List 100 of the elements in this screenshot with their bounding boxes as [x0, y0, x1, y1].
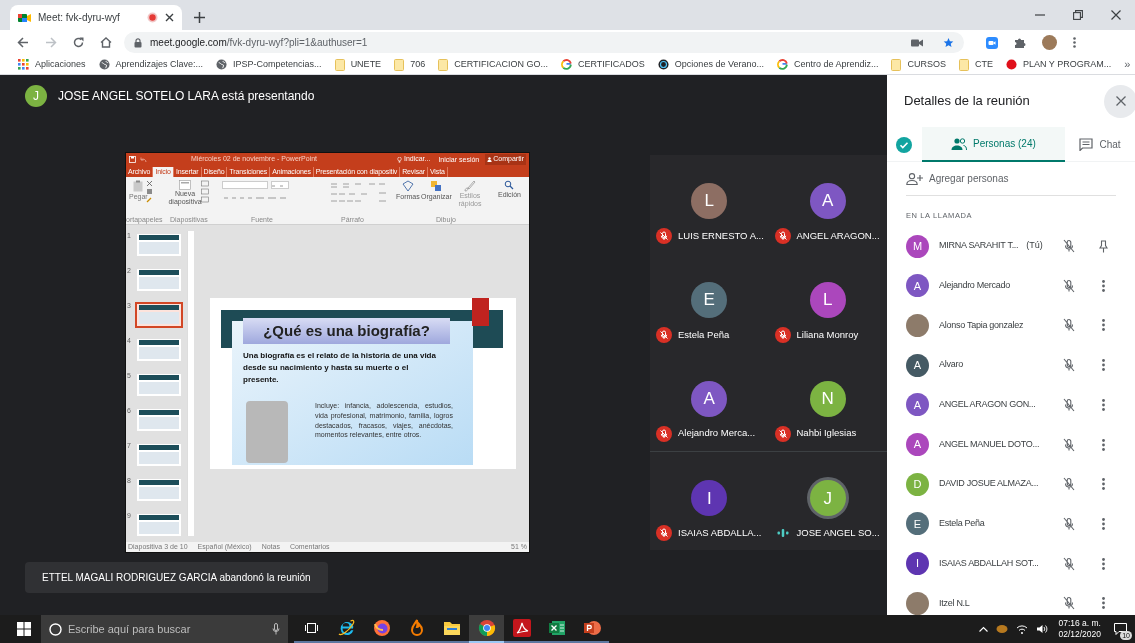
reload-icon[interactable] — [73, 37, 84, 48]
close-icon[interactable] — [165, 13, 174, 22]
puzzle-icon[interactable] — [1014, 36, 1026, 49]
slide-layout-icon — [179, 180, 191, 190]
participant-avatar: A — [906, 433, 929, 457]
more-options-icon[interactable] — [1101, 279, 1105, 292]
recording-icon — [147, 12, 158, 23]
bookmark[interactable]: PLAN Y PROGRAM... — [1006, 57, 1112, 72]
participant-name: Alvaro — [939, 358, 963, 372]
add-people-button[interactable]: Agregar personas — [887, 162, 1135, 195]
volume-icon[interactable] — [1036, 624, 1049, 634]
participant-avatar: M — [906, 234, 929, 258]
tray-app-icon[interactable] — [996, 624, 1009, 634]
participant-avatar: A — [691, 380, 728, 417]
powerpoint-icon[interactable] — [582, 619, 601, 637]
font-size-field[interactable] — [271, 181, 289, 189]
folder-icon — [891, 58, 902, 71]
bookmark[interactable]: CERTIFICADOS — [561, 57, 645, 72]
taskbar-search-field[interactable]: Escribe aquí para buscar — [41, 615, 288, 643]
font-name-field[interactable] — [222, 181, 268, 189]
flame-app-icon[interactable] — [410, 619, 423, 637]
more-options-icon[interactable] — [1101, 478, 1105, 491]
browser-tab[interactable]: Meet: fvk-dyru-wyf — [10, 5, 182, 30]
bookmark[interactable]: CURSOS — [891, 57, 946, 72]
check-circle-icon — [896, 136, 913, 153]
slide-thumbnail[interactable] — [135, 302, 183, 328]
participant-row[interactable]: Itzel N.L — [887, 583, 1135, 615]
participant-name: Estela Peña — [678, 327, 730, 342]
more-options-icon[interactable] — [1101, 398, 1105, 411]
globe-icon — [98, 59, 110, 70]
new-tab-icon[interactable] — [194, 12, 205, 23]
wifi-icon[interactable] — [1016, 624, 1029, 634]
bookmark[interactable]: 706 — [394, 57, 426, 72]
more-options-icon[interactable] — [1101, 438, 1105, 451]
presenter-avatar: J — [25, 85, 47, 107]
bookmark[interactable]: CTE — [959, 57, 993, 72]
participant-row[interactable]: A ANGEL ARAGON GON... — [887, 385, 1135, 425]
internet-explorer-icon[interactable] — [337, 619, 356, 637]
bookmarks-overflow-button[interactable]: » — [1124, 56, 1131, 73]
people-tab[interactable]: Personas (24) — [921, 127, 1065, 162]
back-icon[interactable] — [17, 37, 29, 48]
taskbar-clock[interactable]: 07:16 a. m. 02/12/2020 — [1056, 618, 1103, 640]
address-bar[interactable]: meet.google.com/fvk-dyru-wyf?pli=1&authuser=1 — [124, 32, 964, 53]
bookmark[interactable]: Aplicaciones — [18, 57, 86, 72]
participant-row[interactable]: A ANGEL MANUEL DOTO... — [887, 424, 1135, 465]
more-icon[interactable] — [1073, 37, 1076, 48]
bookmark[interactable]: Opciones de Verano... — [657, 57, 764, 72]
close-icon — [1115, 96, 1126, 106]
profile-avatar[interactable] — [1042, 35, 1057, 50]
slide-title: ¿Qué es una biografía? — [263, 320, 430, 341]
clipboard-icon — [133, 180, 144, 192]
bookmark[interactable]: CERTIFICACION GO... — [438, 57, 548, 72]
taskbar-app[interactable] — [469, 615, 504, 643]
participant-name: Alejandro Merca... — [678, 426, 756, 441]
task-view-icon[interactable] — [305, 622, 318, 634]
more-options-icon[interactable] — [1101, 359, 1105, 372]
participant-row[interactable]: Alonso Tapia gonzalez — [887, 305, 1135, 346]
participant-row[interactable]: D DAVID JOSUE ALMAZA... — [887, 464, 1135, 505]
bookmark[interactable]: UNETE — [334, 57, 382, 72]
acrobat-icon[interactable] — [512, 619, 531, 637]
circle-logo-icon — [1006, 59, 1017, 70]
participant-row[interactable]: M MIRNA SARAHIT T... (Tú) — [887, 226, 1135, 266]
caret-up-icon[interactable] — [979, 626, 989, 632]
avatar-photo-placeholder — [906, 591, 929, 615]
participant-avatar: N — [809, 380, 846, 417]
more-options-icon[interactable] — [1101, 319, 1105, 332]
folder-icon[interactable] — [442, 620, 461, 636]
restore-icon[interactable] — [1073, 10, 1083, 20]
more-options-icon[interactable] — [1101, 597, 1105, 610]
microphone-icon[interactable] — [272, 623, 280, 635]
camera-icon[interactable] — [911, 38, 923, 47]
zoom-extension-icon[interactable] — [986, 36, 998, 49]
participant-row[interactable]: A Alejandro Mercado — [887, 265, 1135, 306]
bookmark[interactable]: Aprendizajes Clave:... — [98, 57, 204, 72]
apps-grid-icon — [18, 59, 29, 70]
close-icon[interactable] — [1111, 10, 1121, 20]
star-icon[interactable] — [943, 37, 954, 48]
shapes-icon — [401, 180, 414, 192]
participant-name: Estela Peña — [939, 517, 985, 531]
undo-icon — [140, 156, 147, 163]
participant-row[interactable]: A Alvaro — [887, 345, 1135, 385]
chat-tab[interactable]: Chat — [1065, 127, 1135, 162]
more-options-icon[interactable] — [1101, 517, 1105, 530]
people-icon — [951, 137, 967, 150]
participant-row[interactable]: E Estela Peña — [887, 504, 1135, 544]
more-options-icon[interactable] — [1101, 557, 1105, 570]
bookmark[interactable]: IPSP-Competencias... — [216, 57, 322, 72]
pin-icon[interactable] — [1098, 239, 1108, 253]
firefox-icon[interactable] — [372, 619, 391, 637]
home-icon[interactable] — [100, 37, 112, 48]
participant-row[interactable]: I ISAIAS ABDALLAH SOT... — [887, 543, 1135, 584]
excel-icon[interactable] — [547, 619, 566, 637]
chrome-icon[interactable] — [477, 619, 496, 637]
bookmark[interactable]: Centro de Aprendiz... — [776, 57, 879, 72]
scrollbar[interactable] — [187, 231, 194, 536]
participant-avatar: E — [691, 281, 728, 318]
participant-name: ANGEL ARAGON... — [796, 228, 880, 243]
participant-avatar: A — [906, 393, 929, 417]
start-icon[interactable] — [17, 622, 31, 636]
participant-name: ISAIAS ABDALLAH SOT... — [939, 556, 1039, 570]
